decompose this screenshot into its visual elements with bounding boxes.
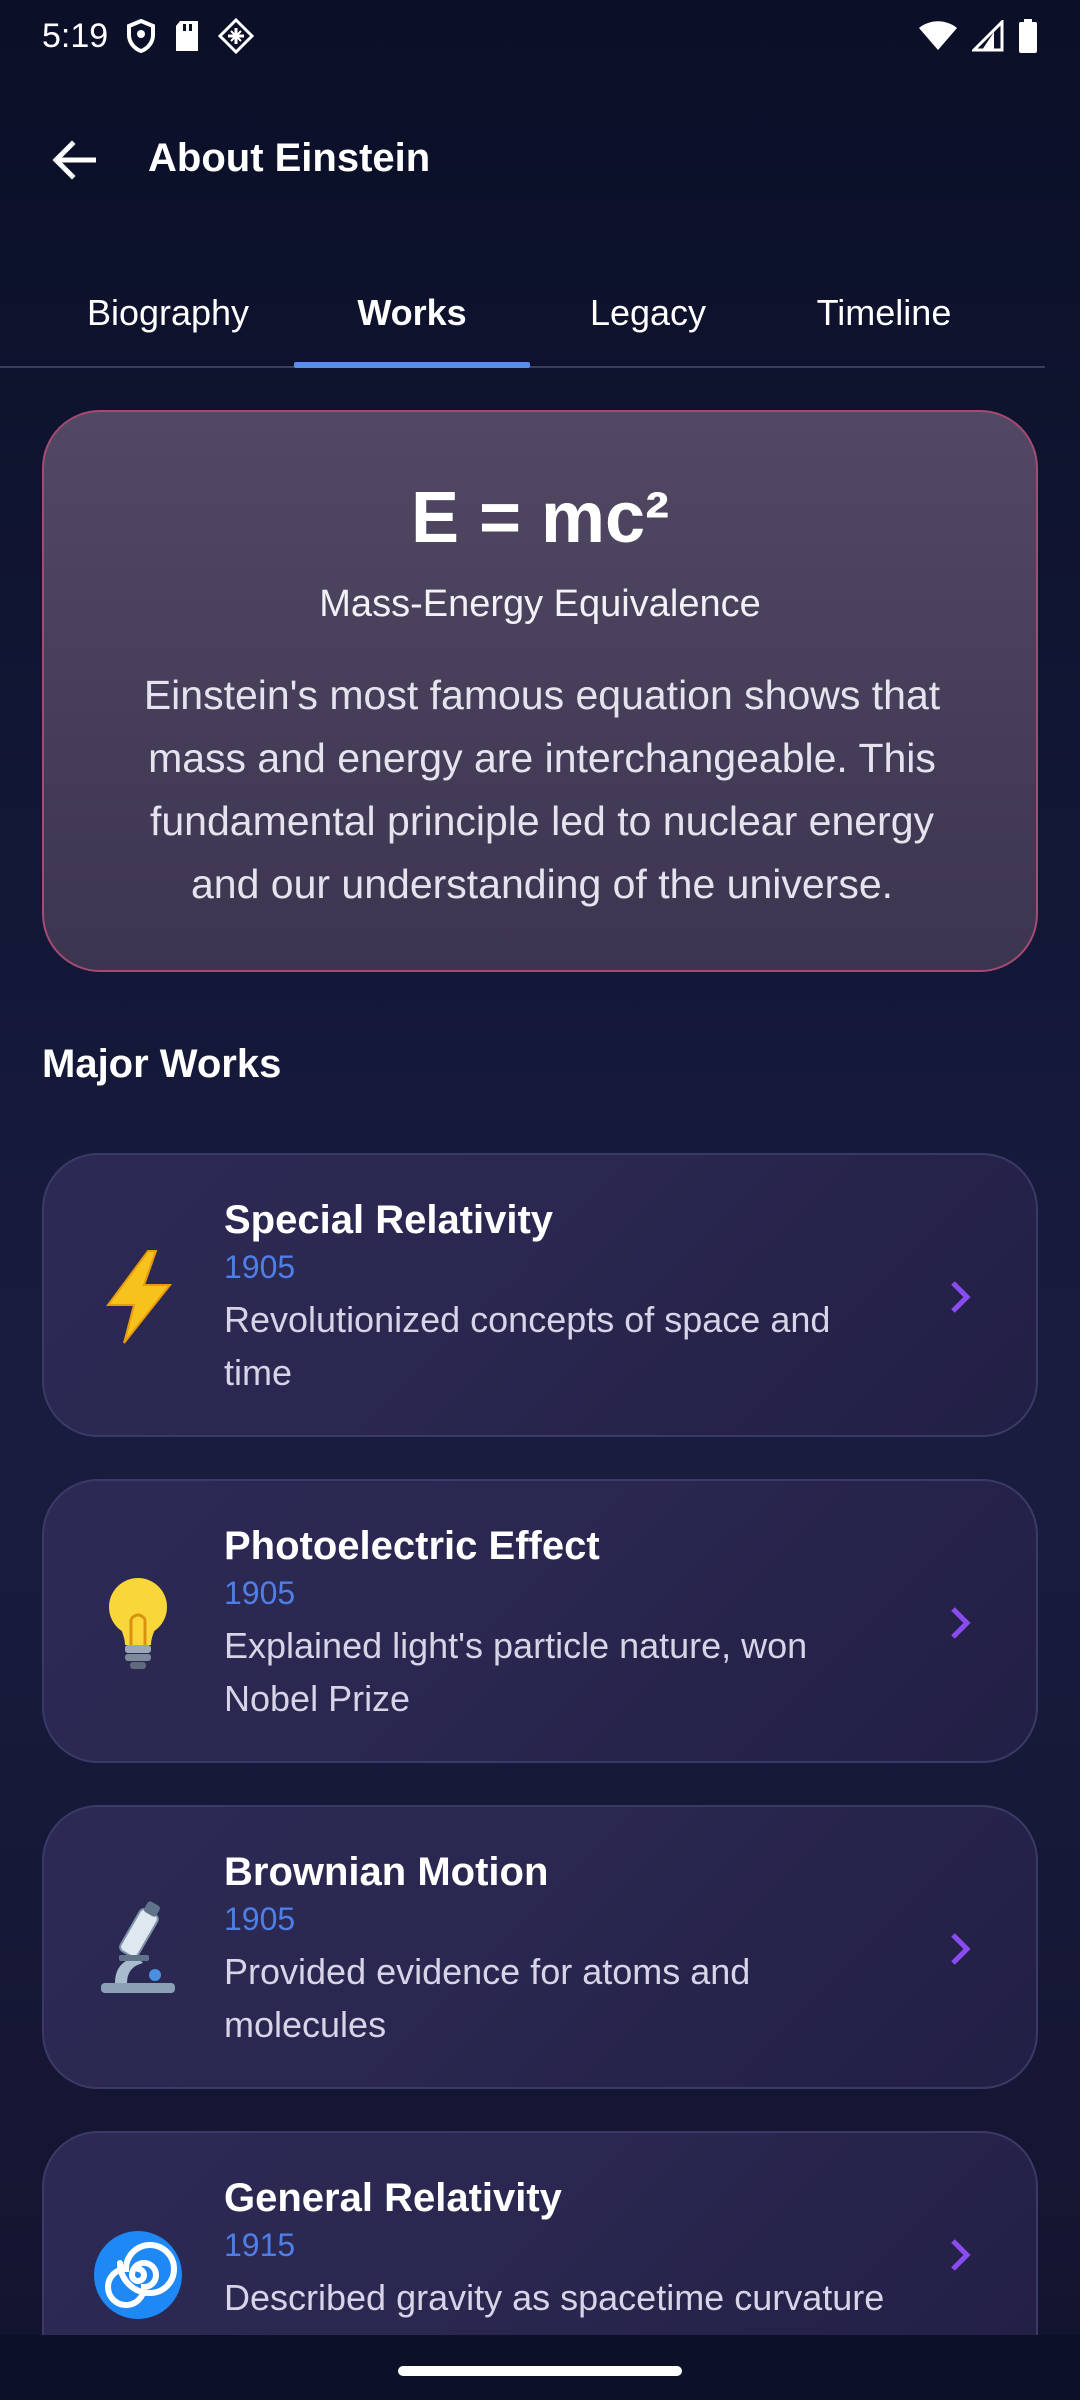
featured-equation-card: E = mc² Mass-Energy Equivalence Einstein… — [42, 410, 1038, 972]
page-title: About Einstein — [148, 136, 431, 180]
chevron-right-icon — [938, 2233, 982, 2277]
lightning-icon — [88, 1247, 188, 1347]
tab-legacy[interactable]: Legacy — [530, 258, 766, 368]
work-year: 1905 — [224, 1249, 296, 1285]
work-year: 1905 — [224, 1901, 296, 1937]
status-right — [918, 19, 1038, 53]
status-time: 5:19 — [42, 16, 109, 55]
work-description: Described gravity as spacetime curvature — [224, 2277, 885, 2318]
work-title: Brownian Motion — [224, 1850, 549, 1894]
work-description: Revolutionized concepts of space and tim… — [224, 1299, 831, 1393]
chevron-right-icon — [938, 1927, 982, 1971]
shield-icon — [126, 19, 156, 53]
work-title: Special Relativity — [224, 1198, 554, 1242]
work-description: Explained light's particle nature, won N… — [224, 1625, 808, 1719]
active-tab-indicator — [294, 362, 530, 368]
app-bar: About Einstein — [0, 110, 1080, 206]
chevron-right-icon — [938, 1601, 982, 1645]
diamond-grid-icon — [218, 18, 255, 54]
tab-timeline[interactable]: Timeline — [766, 258, 1002, 368]
home-gesture-handle[interactable] — [398, 2366, 682, 2376]
work-title: Photoelectric Effect — [224, 1524, 600, 1568]
tab-works[interactable]: Works — [294, 258, 530, 368]
sd-card-icon — [174, 20, 200, 52]
chevron-right-icon — [938, 1275, 982, 1319]
work-description: Provided evidence for atoms and molecule… — [224, 1951, 751, 2045]
work-year: 1915 — [224, 2227, 296, 2263]
section-title-major-works: Major Works — [42, 1042, 282, 1086]
work-card-special-relativity[interactable]: Special Relativity 1905 Revolutionized c… — [42, 1153, 1038, 1437]
microscope-icon — [88, 1899, 188, 1999]
battery-icon — [1018, 19, 1038, 53]
work-title: General Relativity — [224, 2176, 562, 2220]
equation-subtitle: Mass-Energy Equivalence — [319, 583, 761, 625]
back-button[interactable] — [44, 132, 104, 192]
work-year: 1905 — [224, 1575, 296, 1611]
signal-icon — [972, 20, 1004, 52]
work-card-photoelectric-effect[interactable]: Photoelectric Effect 1905 Explained ligh… — [42, 1479, 1038, 1763]
status-left: 5:19 — [42, 16, 255, 56]
tab-bar: Biography Works Legacy Timeline — [0, 258, 1045, 368]
equation-description: Einstein's most famous equation shows th… — [143, 672, 941, 907]
status-bar: 5:19 — [0, 0, 1080, 72]
tab-biography[interactable]: Biography — [42, 258, 294, 368]
arrow-left-icon — [52, 139, 97, 185]
work-card-brownian-motion[interactable]: Brownian Motion 1905 Provided evidence f… — [42, 1805, 1038, 2089]
spiral-icon — [88, 2225, 188, 2325]
equation-title: E = mc² — [410, 478, 670, 558]
screen: 5:19 About Einstein Biography Works Lega… — [0, 0, 1080, 2400]
wifi-icon — [918, 20, 958, 52]
lightbulb-icon — [88, 1573, 188, 1673]
